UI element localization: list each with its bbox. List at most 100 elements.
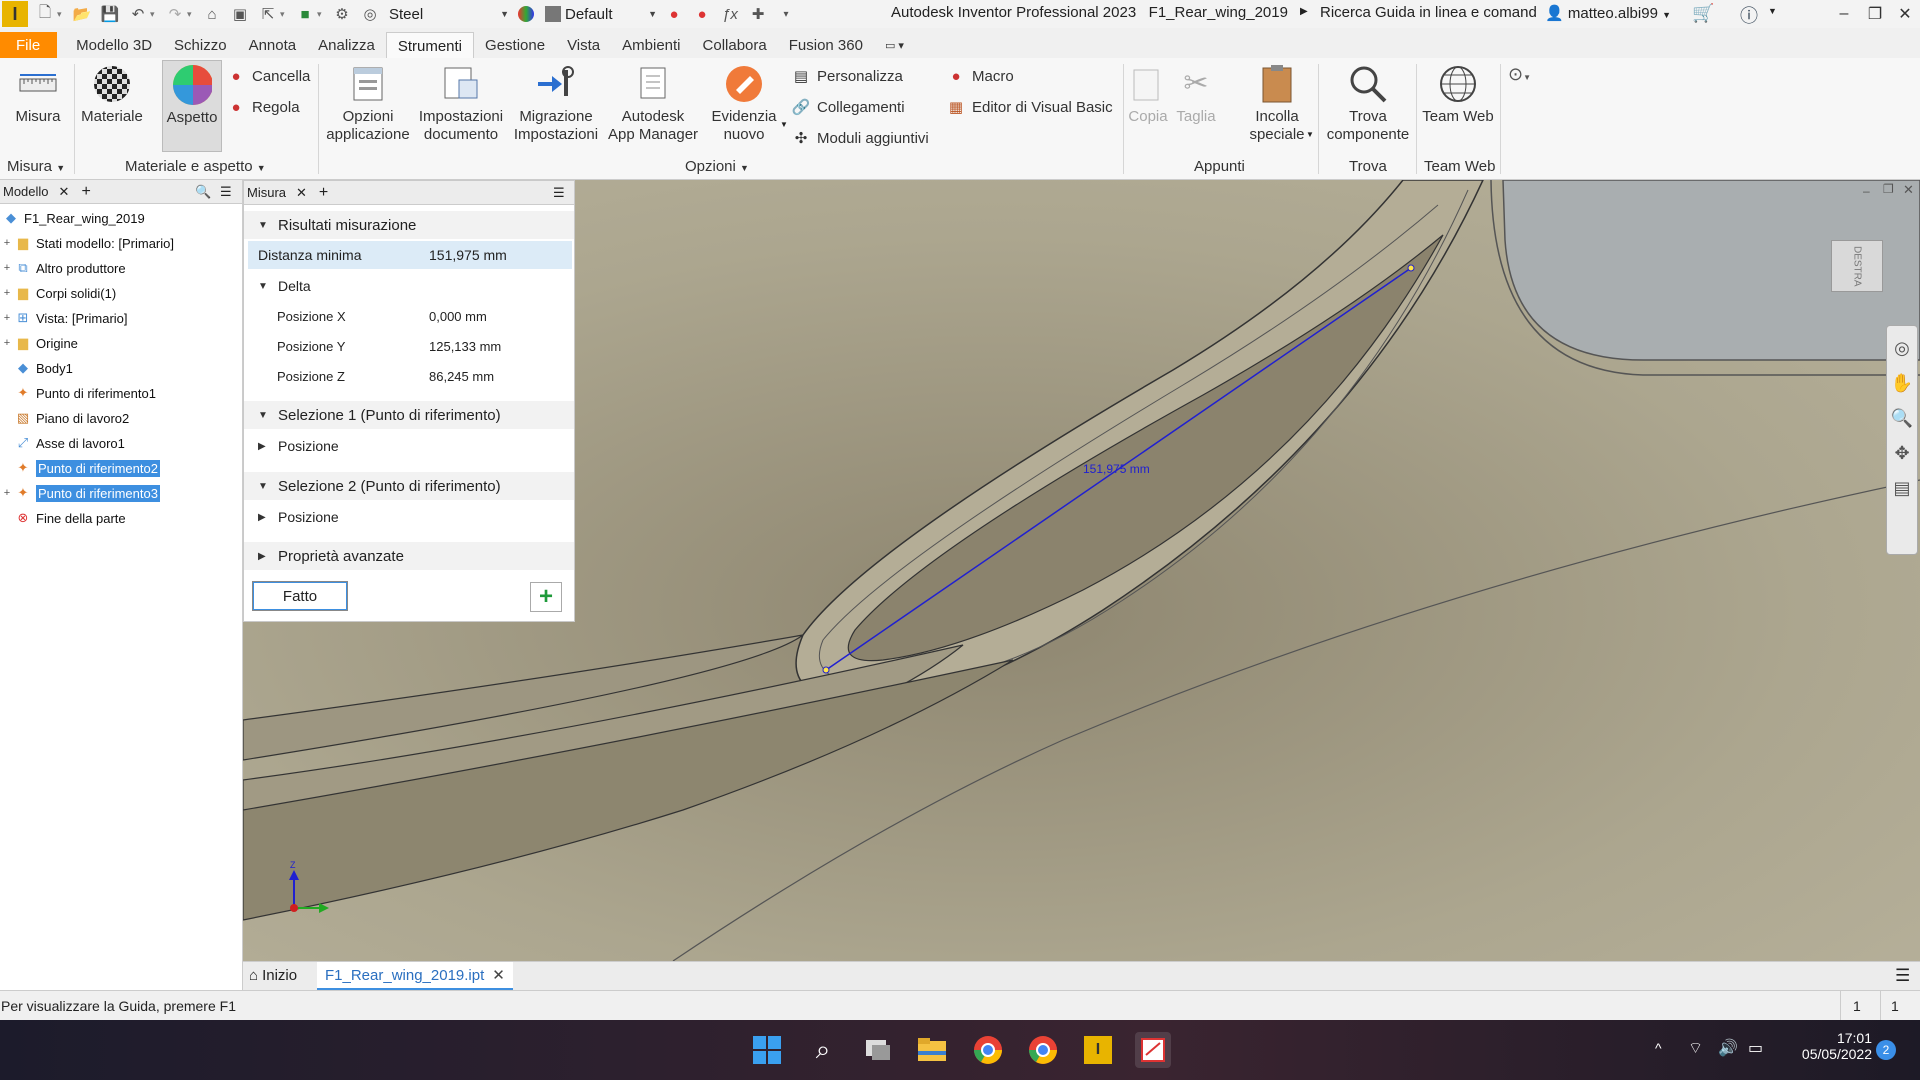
cart-icon[interactable]: 🛒 xyxy=(1692,3,1714,24)
opzioni-applicazione-button[interactable]: Opzioni applicazione xyxy=(323,64,413,144)
expand-icon[interactable]: + xyxy=(2,287,12,299)
chevron-down-icon[interactable]: ▼ xyxy=(780,120,788,129)
panel-materiale-label[interactable]: Materiale e aspetto ▼ xyxy=(125,158,266,175)
macro-button[interactable]: ● Macro xyxy=(946,65,1013,87)
close-icon[interactable]: ✕ xyxy=(296,185,307,201)
advanced-properties-header[interactable]: ▶ Proprietà avanzate xyxy=(244,542,574,570)
chevron-down-icon[interactable]: ▼ xyxy=(1768,6,1777,16)
tab-misura[interactable]: Misura xyxy=(247,185,286,200)
clock[interactable]: 17:01 05/05/2022 xyxy=(1788,1030,1872,1062)
impostazioni-documento-button[interactable]: Impostazioni documento xyxy=(415,64,507,144)
material-sphere-icon[interactable]: ◎ xyxy=(359,3,381,25)
task-view-icon[interactable] xyxy=(860,1032,896,1068)
expand-icon[interactable]: + xyxy=(2,337,12,349)
pos-y-row[interactable]: Posizione Y 125,133 mm xyxy=(244,332,574,360)
orbit-icon[interactable]: ✥ xyxy=(1887,443,1917,464)
ipropertys-icon[interactable]: ⚙ xyxy=(331,3,353,25)
expand-icon[interactable]: + xyxy=(2,237,12,249)
close-icon[interactable]: ✕ xyxy=(59,184,70,200)
add-measurement-button[interactable]: + xyxy=(530,582,562,612)
chevron-up-icon[interactable]: ^ xyxy=(1655,1040,1662,1056)
pan-hand-icon[interactable]: ✋ xyxy=(1887,373,1917,394)
tree-item-work-point-2[interactable]: ✦ Punto di riferimento2 xyxy=(14,457,160,479)
fx-icon[interactable]: ƒx xyxy=(719,3,741,25)
row-value[interactable]: 125,133 mm xyxy=(429,339,501,354)
tab-gestione[interactable]: Gestione xyxy=(474,32,556,58)
menu-icon[interactable]: ☰ xyxy=(1895,966,1910,986)
tree-item-origin[interactable]: + ▆ Origine xyxy=(2,332,78,354)
viewport-close-icon[interactable]: ✕ xyxy=(1903,182,1914,198)
tree-item-work-point-3[interactable]: + ✦ Punto di riferimento3 xyxy=(2,482,160,504)
viewport-restore-icon[interactable]: ❐ xyxy=(1883,182,1894,196)
min-distance-row[interactable]: Distanza minima 151,975 mm xyxy=(248,241,572,269)
tree-item-view[interactable]: + ⊞ Vista: [Primario] xyxy=(2,307,128,329)
tab-modello[interactable]: Modello xyxy=(3,184,49,199)
row-value[interactable]: 151,975 mm xyxy=(429,247,507,263)
restore-button[interactable]: ❐ xyxy=(1862,2,1888,26)
moduli-aggiuntivi-button[interactable]: ✣ Moduli aggiuntivi xyxy=(791,127,929,149)
select-dropdown-icon[interactable]: ▾ xyxy=(280,9,288,20)
team-web-button[interactable]: Team Web xyxy=(1420,64,1496,126)
steering-wheel-icon[interactable]: ◎ xyxy=(1887,338,1917,359)
row-value[interactable]: 0,000 mm xyxy=(429,309,487,324)
tree-item-work-plane-2[interactable]: ▧ Piano di lavoro2 xyxy=(14,407,129,429)
tab-vista[interactable]: Vista xyxy=(556,32,611,58)
help-search-input[interactable]: Ricerca Guida in linea e comand xyxy=(1320,4,1537,21)
ribbon-display-toggle-icon[interactable]: ▭ ▾ xyxy=(874,32,915,58)
search-icon[interactable]: 🔍 xyxy=(195,184,211,200)
copia-button[interactable]: Copia xyxy=(1128,64,1168,126)
wifi-icon[interactable]: ⌔ xyxy=(1688,1038,1703,1058)
chrome-profile-icon[interactable] xyxy=(970,1032,1006,1068)
panel-opzioni-label[interactable]: Opzioni ▼ xyxy=(685,158,749,175)
evidenzia-nuovo-button[interactable]: Evidenzia nuovo xyxy=(706,64,782,144)
new-file-icon[interactable]: 🗋 xyxy=(34,3,56,25)
tab-collabora[interactable]: Collabora xyxy=(692,32,778,58)
chrome-icon[interactable] xyxy=(1025,1032,1061,1068)
new-dropdown-icon[interactable]: ▾ xyxy=(57,9,65,20)
undo-dropdown-icon[interactable]: ▾ xyxy=(150,9,158,20)
help-icon[interactable]: ⓘ xyxy=(1740,2,1758,28)
tree-item-work-axis-1[interactable]: ⤢ Asse di lavoro1 xyxy=(14,432,125,454)
update-dropdown-icon[interactable]: ▾ xyxy=(317,9,325,20)
aspetto-button[interactable]: Aspetto xyxy=(162,60,222,152)
inventor-taskbar-icon[interactable]: I xyxy=(1080,1032,1116,1068)
tab-strumenti[interactable]: Strumenti xyxy=(385,32,475,58)
tab-file[interactable]: File xyxy=(0,32,58,58)
home-icon[interactable]: ⌂ xyxy=(201,3,223,25)
tab-modello-3d[interactable]: Modello 3D xyxy=(65,32,163,58)
clear-appearance-icon[interactable]: ● xyxy=(691,3,713,25)
open-icon[interactable]: 📂 xyxy=(71,3,93,25)
save-icon[interactable]: 💾 xyxy=(99,3,121,25)
done-button[interactable]: Fatto xyxy=(252,581,348,611)
user-account[interactable]: 👤 matteo.albi99 ▼ xyxy=(1545,4,1671,22)
measure-point-1[interactable] xyxy=(822,666,830,674)
app-manager-button[interactable]: Autodesk App Manager xyxy=(605,64,701,144)
appearance-combo[interactable]: Default ▼ xyxy=(545,3,657,25)
collegamenti-button[interactable]: 🔗 Collegamenti xyxy=(791,96,905,118)
plus-icon[interactable]: ✚ xyxy=(747,3,769,25)
results-section-header[interactable]: ▼ Risultati misurazione xyxy=(244,211,574,239)
expand-icon[interactable]: + xyxy=(2,312,12,324)
close-button[interactable]: ✕ xyxy=(1892,2,1918,26)
migrazione-impostazioni-button[interactable]: Migrazione Impostazioni xyxy=(511,64,601,144)
adjust-appearance-icon[interactable]: ● xyxy=(663,3,685,25)
volume-icon[interactable]: 🔊 xyxy=(1718,1038,1738,1058)
selection-2-position[interactable]: ▶ Posizione xyxy=(244,503,574,531)
zoom-icon[interactable]: 🔍 xyxy=(1887,408,1917,429)
pos-x-row[interactable]: Posizione X 0,000 mm xyxy=(244,302,574,330)
search-icon[interactable]: ⌕ xyxy=(805,1032,841,1068)
menu-icon[interactable]: ☰ xyxy=(553,185,565,201)
misura-button[interactable]: Misura xyxy=(12,64,64,126)
regola-button[interactable]: ● Regola xyxy=(226,96,299,118)
materiale-button[interactable]: Materiale xyxy=(80,64,144,126)
viewcube[interactable]: DESTRA xyxy=(1831,240,1883,292)
tab-annota[interactable]: Annota xyxy=(238,32,308,58)
file-explorer-icon[interactable] xyxy=(914,1032,950,1068)
tab-document[interactable]: F1_Rear_wing_2019.ipt ✕ xyxy=(317,962,513,990)
add-tab-icon[interactable]: + xyxy=(319,184,328,202)
tree-item-third-party[interactable]: + ⧉ Altro produttore xyxy=(2,257,126,279)
projects-icon[interactable]: ▣ xyxy=(229,3,251,25)
undo-icon[interactable]: ↶ xyxy=(127,3,149,25)
material-combo[interactable]: Steel ▼ xyxy=(389,3,509,25)
add-tab-icon[interactable]: + xyxy=(81,183,90,201)
